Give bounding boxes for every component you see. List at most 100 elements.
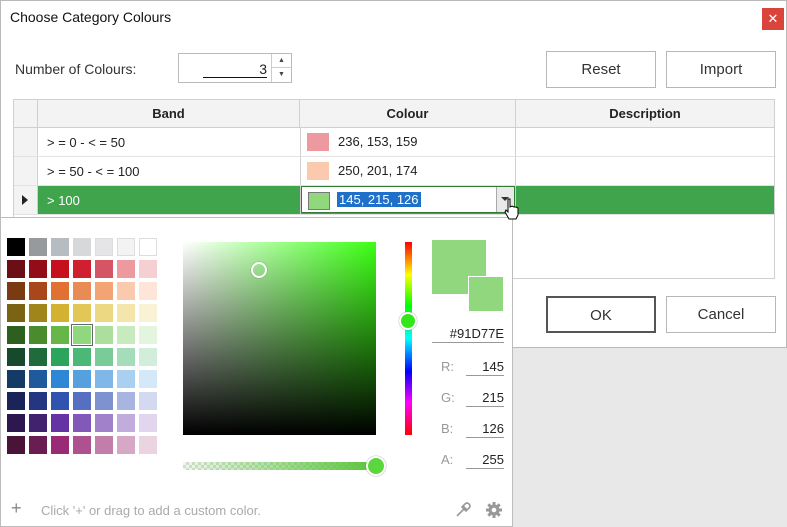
- band-cell[interactable]: > 100: [47, 193, 80, 208]
- colour-cell[interactable]: 145, 215, 126: [300, 186, 516, 214]
- row-header[interactable]: [14, 128, 38, 156]
- gear-icon[interactable]: [485, 501, 503, 519]
- palette-swatch[interactable]: [7, 436, 25, 454]
- palette-swatch[interactable]: [117, 260, 135, 278]
- palette-swatch[interactable]: [51, 348, 69, 366]
- row-header[interactable]: [14, 157, 38, 185]
- saturation-value-handle[interactable]: [251, 262, 267, 278]
- palette-swatch[interactable]: [29, 282, 47, 300]
- a-input[interactable]: 255: [466, 452, 504, 469]
- palette-swatch[interactable]: [51, 392, 69, 410]
- table-row[interactable]: > = 50 - < = 100 250, 201, 174: [14, 157, 774, 186]
- palette-swatch[interactable]: [117, 370, 135, 388]
- colour-cell[interactable]: 236, 153, 159: [300, 128, 516, 156]
- palette-swatch[interactable]: [29, 348, 47, 366]
- reset-button[interactable]: Reset: [546, 51, 656, 88]
- palette-swatch[interactable]: [29, 436, 47, 454]
- number-of-colours-stepper[interactable]: 3 ▲ ▼: [178, 53, 292, 83]
- hex-input[interactable]: #91D77E: [432, 326, 504, 343]
- colour-rgb-text-selected[interactable]: 145, 215, 126: [337, 192, 421, 207]
- row-header[interactable]: [14, 186, 38, 214]
- close-button[interactable]: ✕: [762, 8, 784, 30]
- band-cell[interactable]: > = 0 - < = 50: [47, 135, 125, 150]
- palette-swatch[interactable]: [117, 348, 135, 366]
- palette-swatch[interactable]: [117, 304, 135, 322]
- palette-swatch[interactable]: [29, 392, 47, 410]
- palette-swatch[interactable]: [117, 282, 135, 300]
- eyedropper-icon[interactable]: [454, 501, 472, 519]
- palette-swatch[interactable]: [51, 260, 69, 278]
- palette-swatch[interactable]: [29, 238, 47, 256]
- palette-swatch[interactable]: [95, 392, 113, 410]
- palette-swatch[interactable]: [95, 282, 113, 300]
- palette-swatch[interactable]: [139, 436, 157, 454]
- palette-swatch[interactable]: [139, 260, 157, 278]
- palette-swatch[interactable]: [73, 260, 91, 278]
- palette-swatch[interactable]: [51, 414, 69, 432]
- palette-swatch[interactable]: [73, 304, 91, 322]
- ok-button[interactable]: OK: [546, 296, 656, 333]
- hue-slider[interactable]: [399, 242, 417, 435]
- import-button[interactable]: Import: [666, 51, 776, 88]
- r-input[interactable]: 145: [466, 359, 504, 376]
- palette-swatch[interactable]: [117, 414, 135, 432]
- palette-swatch[interactable]: [95, 238, 113, 256]
- palette-swatch[interactable]: [73, 238, 91, 256]
- palette-swatch[interactable]: [51, 238, 69, 256]
- plus-icon[interactable]: +: [11, 498, 22, 519]
- palette-swatch[interactable]: [95, 304, 113, 322]
- palette-swatch[interactable]: [73, 392, 91, 410]
- palette-swatch[interactable]: [139, 348, 157, 366]
- table-row[interactable]: > = 0 - < = 50 236, 153, 159: [14, 128, 774, 157]
- palette-swatch[interactable]: [7, 238, 25, 256]
- palette-swatch[interactable]: [7, 414, 25, 432]
- palette-swatch[interactable]: [73, 282, 91, 300]
- palette-swatch[interactable]: [29, 326, 47, 344]
- palette-swatch[interactable]: [71, 324, 93, 346]
- colour-cell[interactable]: 250, 201, 174: [300, 157, 516, 185]
- band-cell[interactable]: > = 50 - < = 100: [47, 164, 140, 179]
- palette-swatch[interactable]: [7, 392, 25, 410]
- palette-swatch[interactable]: [73, 370, 91, 388]
- palette-swatch[interactable]: [117, 392, 135, 410]
- column-header-band[interactable]: Band: [38, 100, 300, 128]
- palette-swatch[interactable]: [7, 260, 25, 278]
- palette-swatch[interactable]: [7, 370, 25, 388]
- palette-swatch[interactable]: [29, 304, 47, 322]
- palette-swatch[interactable]: [139, 304, 157, 322]
- palette-swatch[interactable]: [73, 436, 91, 454]
- number-of-colours-value[interactable]: 3: [203, 61, 267, 78]
- palette-swatch[interactable]: [139, 392, 157, 410]
- palette-swatch[interactable]: [95, 348, 113, 366]
- palette-swatch[interactable]: [7, 326, 25, 344]
- g-input[interactable]: 215: [466, 390, 504, 407]
- palette-swatch[interactable]: [95, 414, 113, 432]
- hue-handle[interactable]: [399, 312, 417, 330]
- palette-swatch[interactable]: [51, 326, 69, 344]
- palette-swatch[interactable]: [139, 414, 157, 432]
- b-input[interactable]: 126: [466, 421, 504, 438]
- saturation-value-area[interactable]: [183, 242, 376, 435]
- palette-swatch[interactable]: [51, 436, 69, 454]
- palette-swatch[interactable]: [29, 370, 47, 388]
- palette-swatch[interactable]: [73, 348, 91, 366]
- palette-swatch[interactable]: [29, 414, 47, 432]
- palette-swatch[interactable]: [7, 304, 25, 322]
- palette-swatch[interactable]: [139, 238, 157, 256]
- palette-swatch[interactable]: [51, 370, 69, 388]
- palette-swatch[interactable]: [95, 370, 113, 388]
- palette-swatch[interactable]: [95, 260, 113, 278]
- palette-swatch[interactable]: [95, 436, 113, 454]
- alpha-handle[interactable]: [366, 456, 386, 476]
- palette-swatch[interactable]: [7, 282, 25, 300]
- column-header-description[interactable]: Description: [516, 100, 774, 128]
- palette-swatch[interactable]: [139, 370, 157, 388]
- palette-swatch[interactable]: [139, 326, 157, 344]
- palette-swatch[interactable]: [117, 436, 135, 454]
- palette-swatch[interactable]: [117, 326, 135, 344]
- stepper-up-icon[interactable]: ▲: [272, 54, 291, 68]
- palette-swatch[interactable]: [7, 348, 25, 366]
- palette-swatch[interactable]: [51, 282, 69, 300]
- palette-swatch[interactable]: [29, 260, 47, 278]
- cancel-button[interactable]: Cancel: [666, 296, 776, 333]
